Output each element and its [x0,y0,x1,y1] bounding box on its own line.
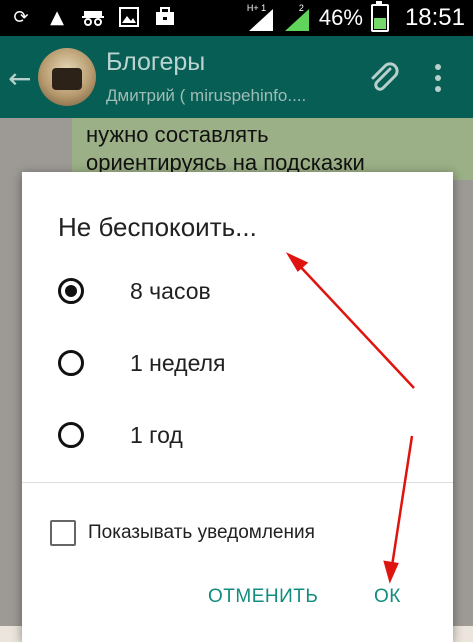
signal-icon-sim2: 2 [283,3,311,31]
sync-icon: ⟳ [13,6,29,28]
avatar[interactable] [38,48,96,106]
radio-button[interactable] [58,350,84,376]
status-bar: ⟳ ▲ H+ 1 2 46% 18:51 [0,0,473,36]
image-icon [118,6,140,28]
radio-button[interactable] [58,422,84,448]
ok-button[interactable]: ОК [374,586,401,608]
show-notifications-row[interactable]: Показывать уведомления [50,518,315,548]
option-1-week[interactable]: 1 неделя [58,338,226,388]
option-1-year[interactable]: 1 год [58,410,183,460]
show-notifications-checkbox[interactable] [50,520,76,546]
option-label: 8 часов [130,277,211,304]
briefcase-icon [154,6,176,28]
option-8-hours[interactable]: 8 часов [58,266,211,316]
signal-icon-sim1: H+ 1 [247,3,275,31]
option-label: 1 неделя [130,349,226,376]
clock: 18:51 [404,4,465,31]
show-notifications-label: Показывать уведомления [88,522,315,543]
option-label: 1 год [130,421,183,448]
more-vert-icon[interactable] [432,64,444,94]
system-indicators: H+ 1 2 46% 18:51 [247,1,465,32]
message-line: нужно составлять [86,122,269,147]
warning-icon: ▲ [50,6,64,28]
battery-icon [370,1,389,32]
incognito-icon [82,6,104,28]
chat-title[interactable]: Блогеры [106,48,205,77]
paperclip-icon[interactable] [366,60,400,94]
chat-subtitle[interactable]: Дмитрий ( mirusрehinfo.... [106,86,306,106]
battery-percent: 46% [318,5,363,30]
battery-level [373,17,386,29]
cancel-button[interactable]: ОТМЕНИТЬ [208,586,318,608]
dialog-title: Не беспокоить... [58,212,257,242]
arrow-back-icon[interactable]: ← [8,62,31,95]
chat-toolbar: ← Блогеры Дмитрий ( mirusрehinfo.... [0,36,473,118]
divider [22,482,453,483]
radio-button[interactable] [58,278,84,304]
mute-dialog: Не беспокоить... 8 часов 1 неделя 1 год … [22,172,453,642]
notification-icons: ⟳ ▲ [10,6,176,28]
